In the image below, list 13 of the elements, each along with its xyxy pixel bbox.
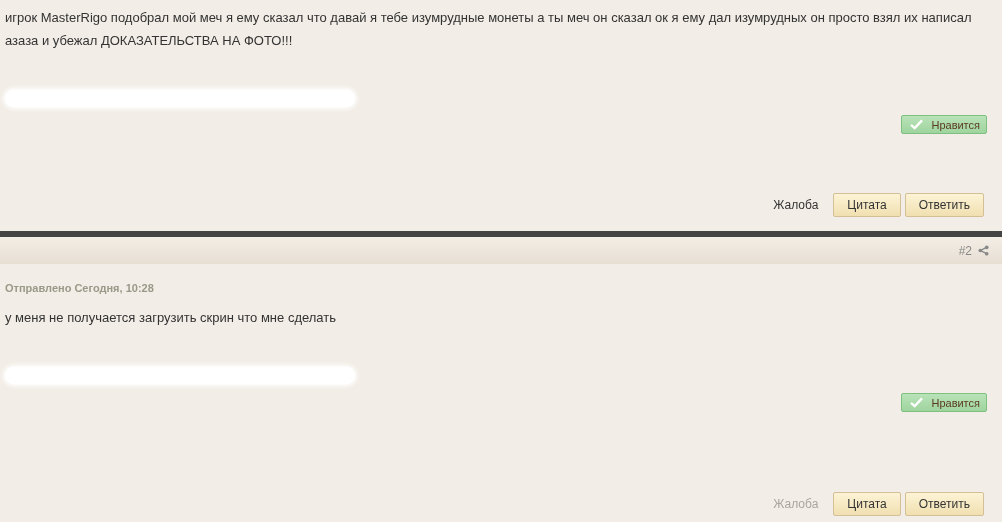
like-button[interactable]: Нравится bbox=[901, 393, 987, 412]
post-text: у меня не получается загрузить скрин что мне сделать bbox=[4, 309, 338, 327]
quote-button[interactable]: Цитата bbox=[833, 193, 901, 217]
reply-button[interactable]: Ответить bbox=[904, 193, 984, 217]
post-text: игрок MasterRigo подобрал мой меч я ему сказал что давай я тебе изумрудные монеты а ты меч он сказал ок я ему дал изумрудных он просто взял их написал азаза и убежал ДОКАЗАТЕЛЬСТВА НА ФОТО!!! bbox=[4, 9, 973, 50]
check-icon bbox=[910, 119, 924, 130]
check-icon bbox=[910, 397, 924, 408]
post-date: Отправлено Сегодня, 10:28 bbox=[4, 281, 155, 294]
quote-button[interactable]: Цитата bbox=[833, 492, 901, 516]
like-button[interactable]: Нравится bbox=[901, 115, 987, 134]
report-link[interactable]: Жалоба bbox=[773, 198, 819, 212]
share-icon[interactable] bbox=[978, 245, 989, 256]
reply-button[interactable]: Ответить bbox=[904, 492, 984, 516]
